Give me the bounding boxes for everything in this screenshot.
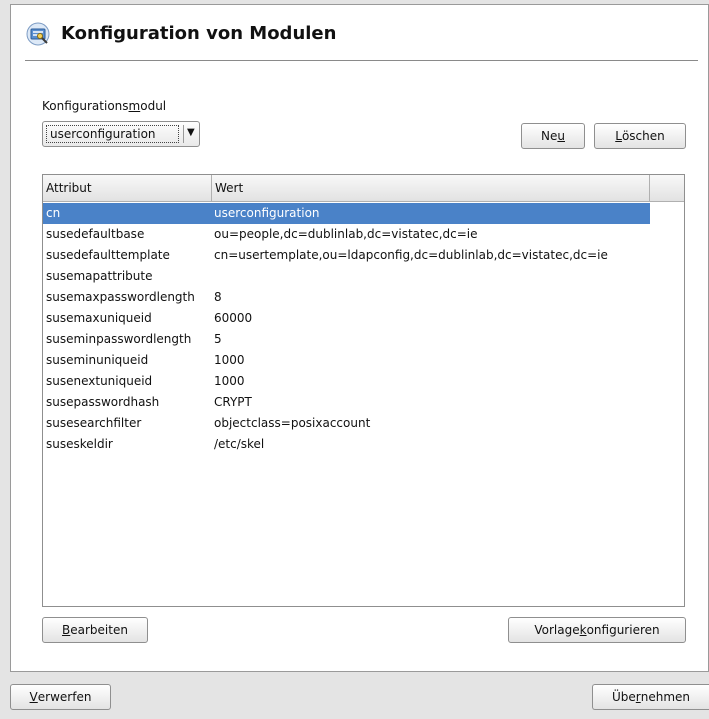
module-config-panel: Konfiguration von Modulen Konfigurations… [10, 4, 709, 672]
dropdown-arrow-icon[interactable]: ▼ [187, 127, 195, 138]
value-cell: userconfiguration [214, 206, 320, 220]
page-title: Konfiguration von Modulen [61, 23, 337, 44]
attr-cell: suseminpasswordlength [46, 332, 192, 346]
attr-cell: suseskeldir [46, 437, 113, 451]
column-header-wert[interactable]: Wert [212, 175, 650, 201]
attr-cell: cn [46, 206, 61, 220]
attr-cell: susemaxpasswordlength [46, 290, 195, 304]
module-label: Konfigurationsmodul [42, 99, 167, 113]
apply-button[interactable]: Übe r nehmen [592, 684, 709, 710]
module-config-icon [25, 21, 51, 47]
value-cell: /etc/skel [214, 437, 265, 451]
edit-button[interactable]: Bearbeiten [42, 617, 148, 643]
table-row[interactable]: susemaxuniqueid 60000 [43, 308, 650, 329]
attr-cell: susemapattribute [46, 269, 153, 283]
configure-template-button[interactable]: Vorlage k onfigurieren [508, 617, 686, 643]
value-cell: 1000 [214, 374, 245, 388]
value-cell: objectclass=posixaccount [214, 416, 371, 430]
table-row[interactable]: suseminuniqueid 1000 [43, 350, 650, 371]
new-button[interactable]: Ne u [521, 123, 585, 149]
attr-cell: susemaxuniqueid [46, 311, 152, 325]
attr-cell: susesearchfilter [46, 416, 142, 430]
attr-cell: susedefaultbase [46, 227, 145, 241]
table-header: Attribut Wert [43, 175, 684, 202]
module-select-value: userconfiguration [46, 125, 179, 143]
discard-button[interactable]: Verwerfen [10, 684, 111, 710]
combo-separator [183, 125, 184, 143]
table-row[interactable]: susenextuniqueid 1000 [43, 371, 650, 392]
delete-button[interactable]: Löschen [594, 123, 686, 149]
value-cell: 5 [214, 332, 222, 346]
column-header-filler [650, 175, 684, 201]
table-row[interactable]: suseskeldir/etc/skel [43, 434, 650, 455]
attr-cell: susedefaulttemplate [46, 248, 170, 262]
table-row[interactable]: susepasswordhash CRYPT [43, 392, 650, 413]
value-cell: 8 [214, 290, 222, 304]
table-body: cn userconfiguration susedefaultbase ou=pe… [43, 203, 650, 455]
table-row[interactable]: susemapattribute [43, 266, 650, 287]
value-cell: 60000 [214, 311, 253, 325]
table-row[interactable]: cn userconfiguration [43, 203, 650, 224]
value-cell: 1000 [214, 353, 245, 367]
table-row[interactable]: susesearchfilter objectclass=posixaccount [43, 413, 650, 434]
module-select[interactable]: userconfiguration ▼ [42, 121, 200, 147]
title-divider [25, 60, 698, 61]
table-row[interactable]: susedefaultbase ou=people,dc=dublinlab,dc… [43, 224, 650, 245]
value-cell: cn=usertemplate,ou=ldapconfig,dc=dublinl… [214, 248, 608, 262]
table-row[interactable]: suseminpasswordlength 5 [43, 329, 650, 350]
table-row[interactable]: susemaxpasswordlength 8 [43, 287, 650, 308]
value-cell: CRYPT [214, 395, 252, 409]
attr-cell: susenextuniqueid [46, 374, 153, 388]
value-cell: ou=people,dc=dublinlab,dc=vistatec,dc=ie [214, 227, 478, 241]
table-row[interactable]: susedefaulttemplate cn=usertemplate,ou=ld… [43, 245, 650, 266]
column-header-attribut[interactable]: Attribut [43, 175, 212, 201]
attribute-table[interactable]: Attribut Wert cn userconfiguration susede… [42, 174, 685, 607]
attr-cell: susepasswordhash [46, 395, 160, 409]
attr-cell: suseminuniqueid [46, 353, 149, 367]
